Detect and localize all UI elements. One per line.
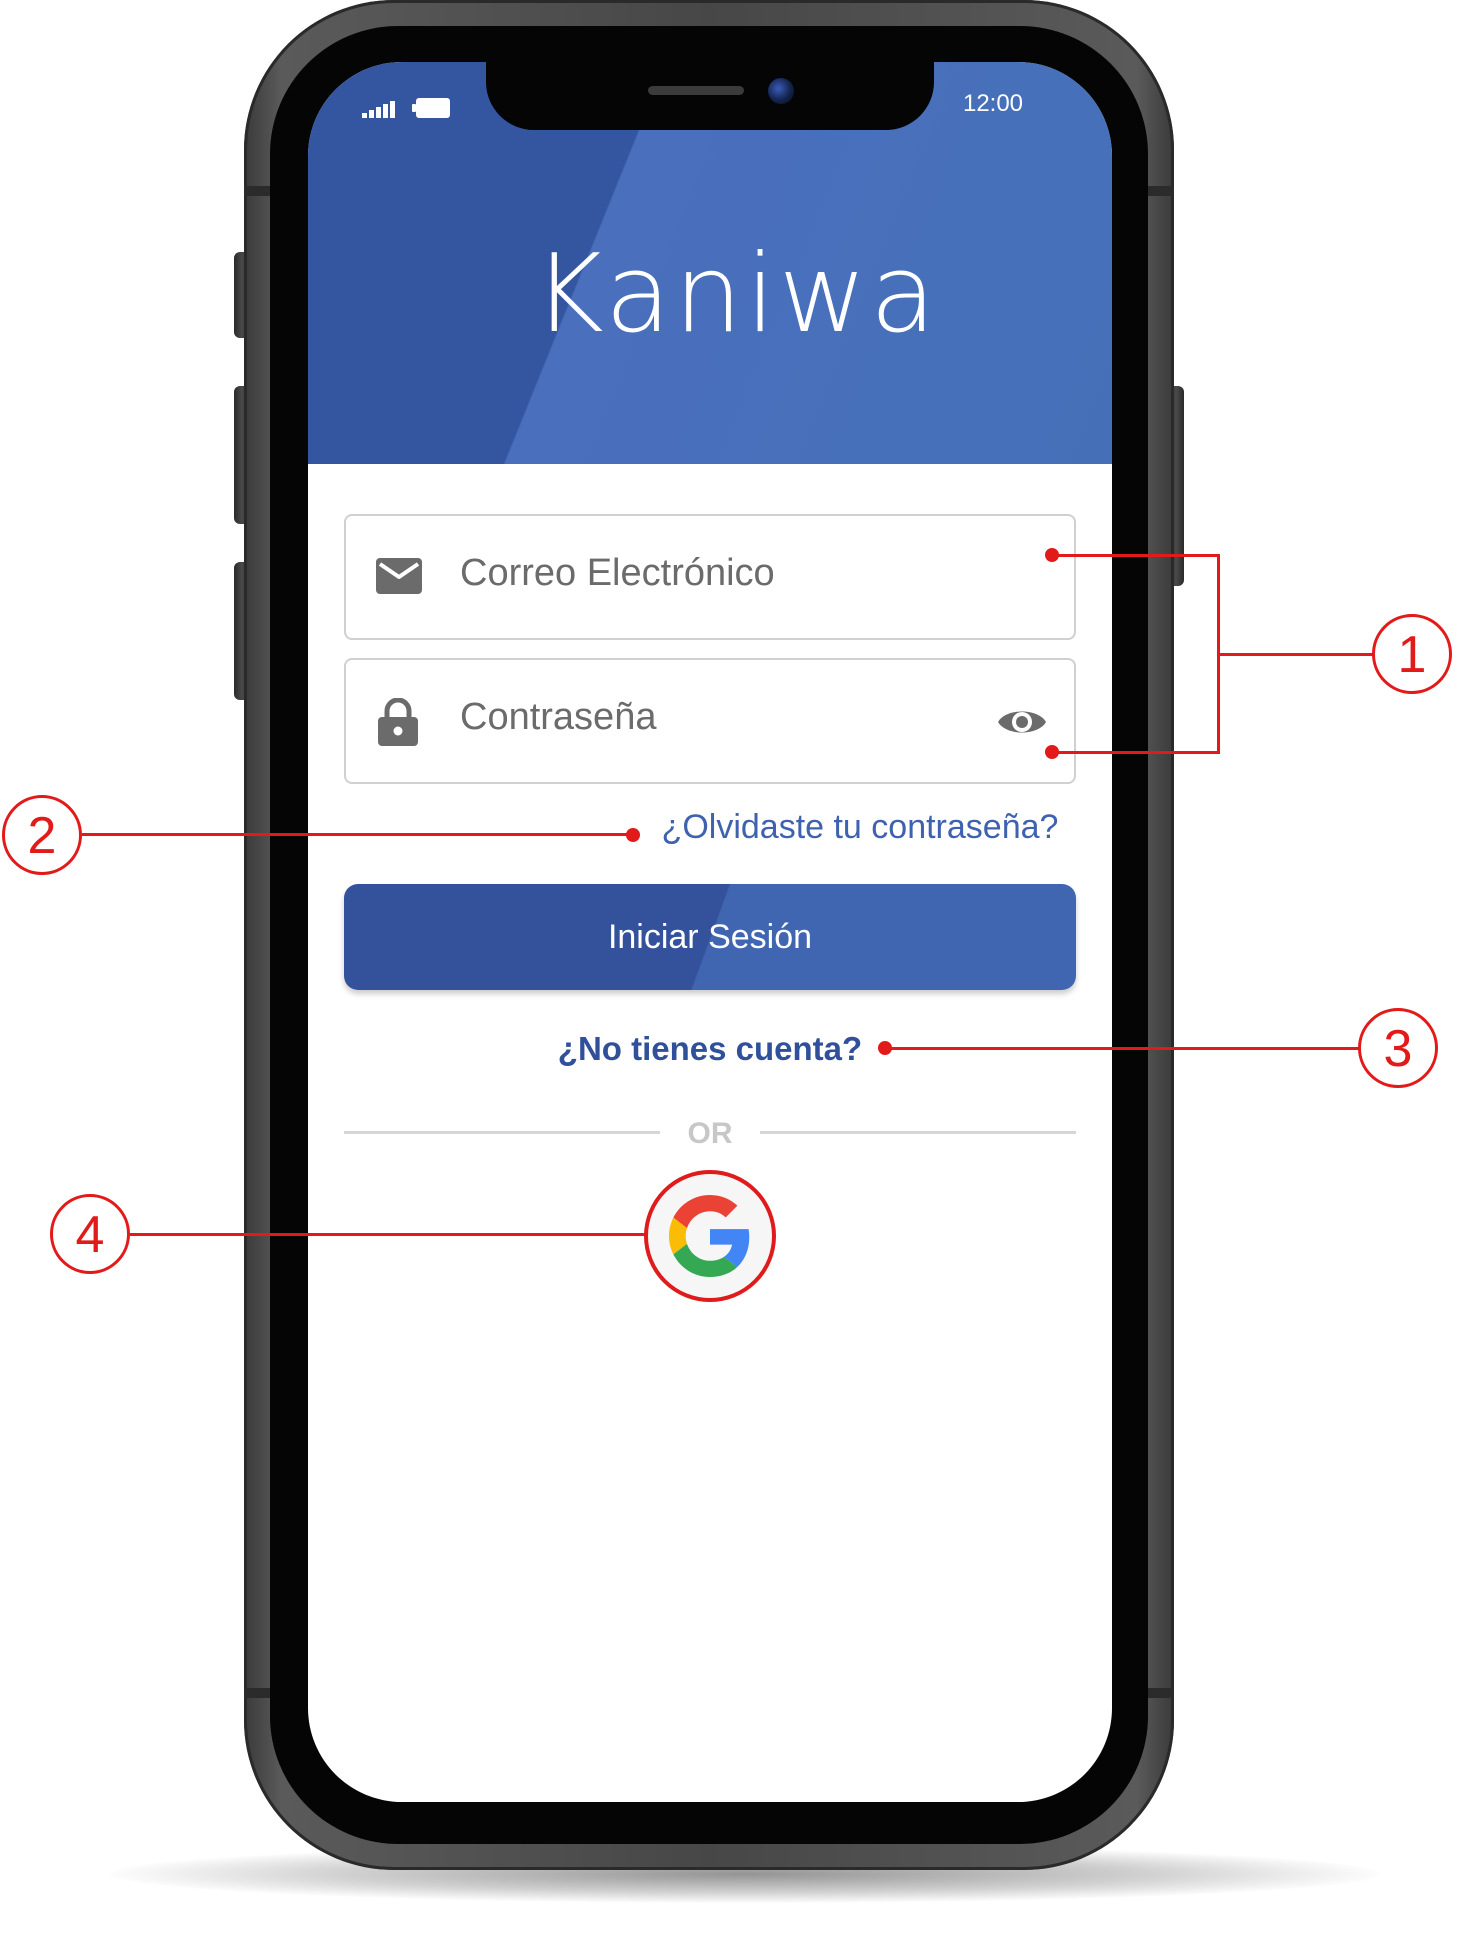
password-field[interactable]: Contraseña (344, 658, 1076, 784)
password-placeholder: Contraseña (460, 696, 657, 738)
callout-3-marker: 3 (1358, 1008, 1438, 1088)
email-placeholder: Correo Electrónico (460, 552, 775, 594)
callout-4-line (130, 1233, 646, 1236)
callout-2-dot (626, 828, 640, 842)
lock-icon (378, 698, 418, 746)
callout-1-marker: 1 (1372, 614, 1452, 694)
front-camera (768, 78, 794, 104)
callout-4-marker: 4 (50, 1194, 130, 1274)
callout-1-line (1052, 751, 1220, 754)
battery-icon (412, 98, 450, 118)
brand-logo: Kaniwa (532, 232, 940, 357)
callout-1-line (1218, 653, 1378, 656)
earpiece-speaker (648, 86, 744, 95)
mail-icon (376, 558, 422, 594)
divider-or-text: OR (687, 1117, 733, 1150)
callout-3-line (885, 1047, 1361, 1050)
email-field[interactable]: Correo Electrónico (344, 514, 1076, 640)
callout-2-marker: 2 (2, 795, 82, 875)
google-signin-button[interactable] (644, 1170, 776, 1302)
divider-right (760, 1131, 1076, 1134)
google-g-icon (669, 1195, 750, 1277)
antenna-band (1144, 1688, 1174, 1698)
notch (486, 62, 934, 130)
login-button[interactable]: Iniciar Sesión (344, 884, 1076, 990)
signal-bars-icon (362, 100, 402, 118)
forgot-password-link[interactable]: ¿Olvidaste tu contraseña? (620, 808, 1100, 847)
callout-1-line (1052, 554, 1220, 557)
status-time: 12:00 (962, 90, 1024, 117)
eye-icon[interactable] (996, 704, 1048, 740)
antenna-band (1144, 186, 1174, 196)
callout-2-line (82, 833, 632, 836)
divider-left (344, 1131, 660, 1134)
